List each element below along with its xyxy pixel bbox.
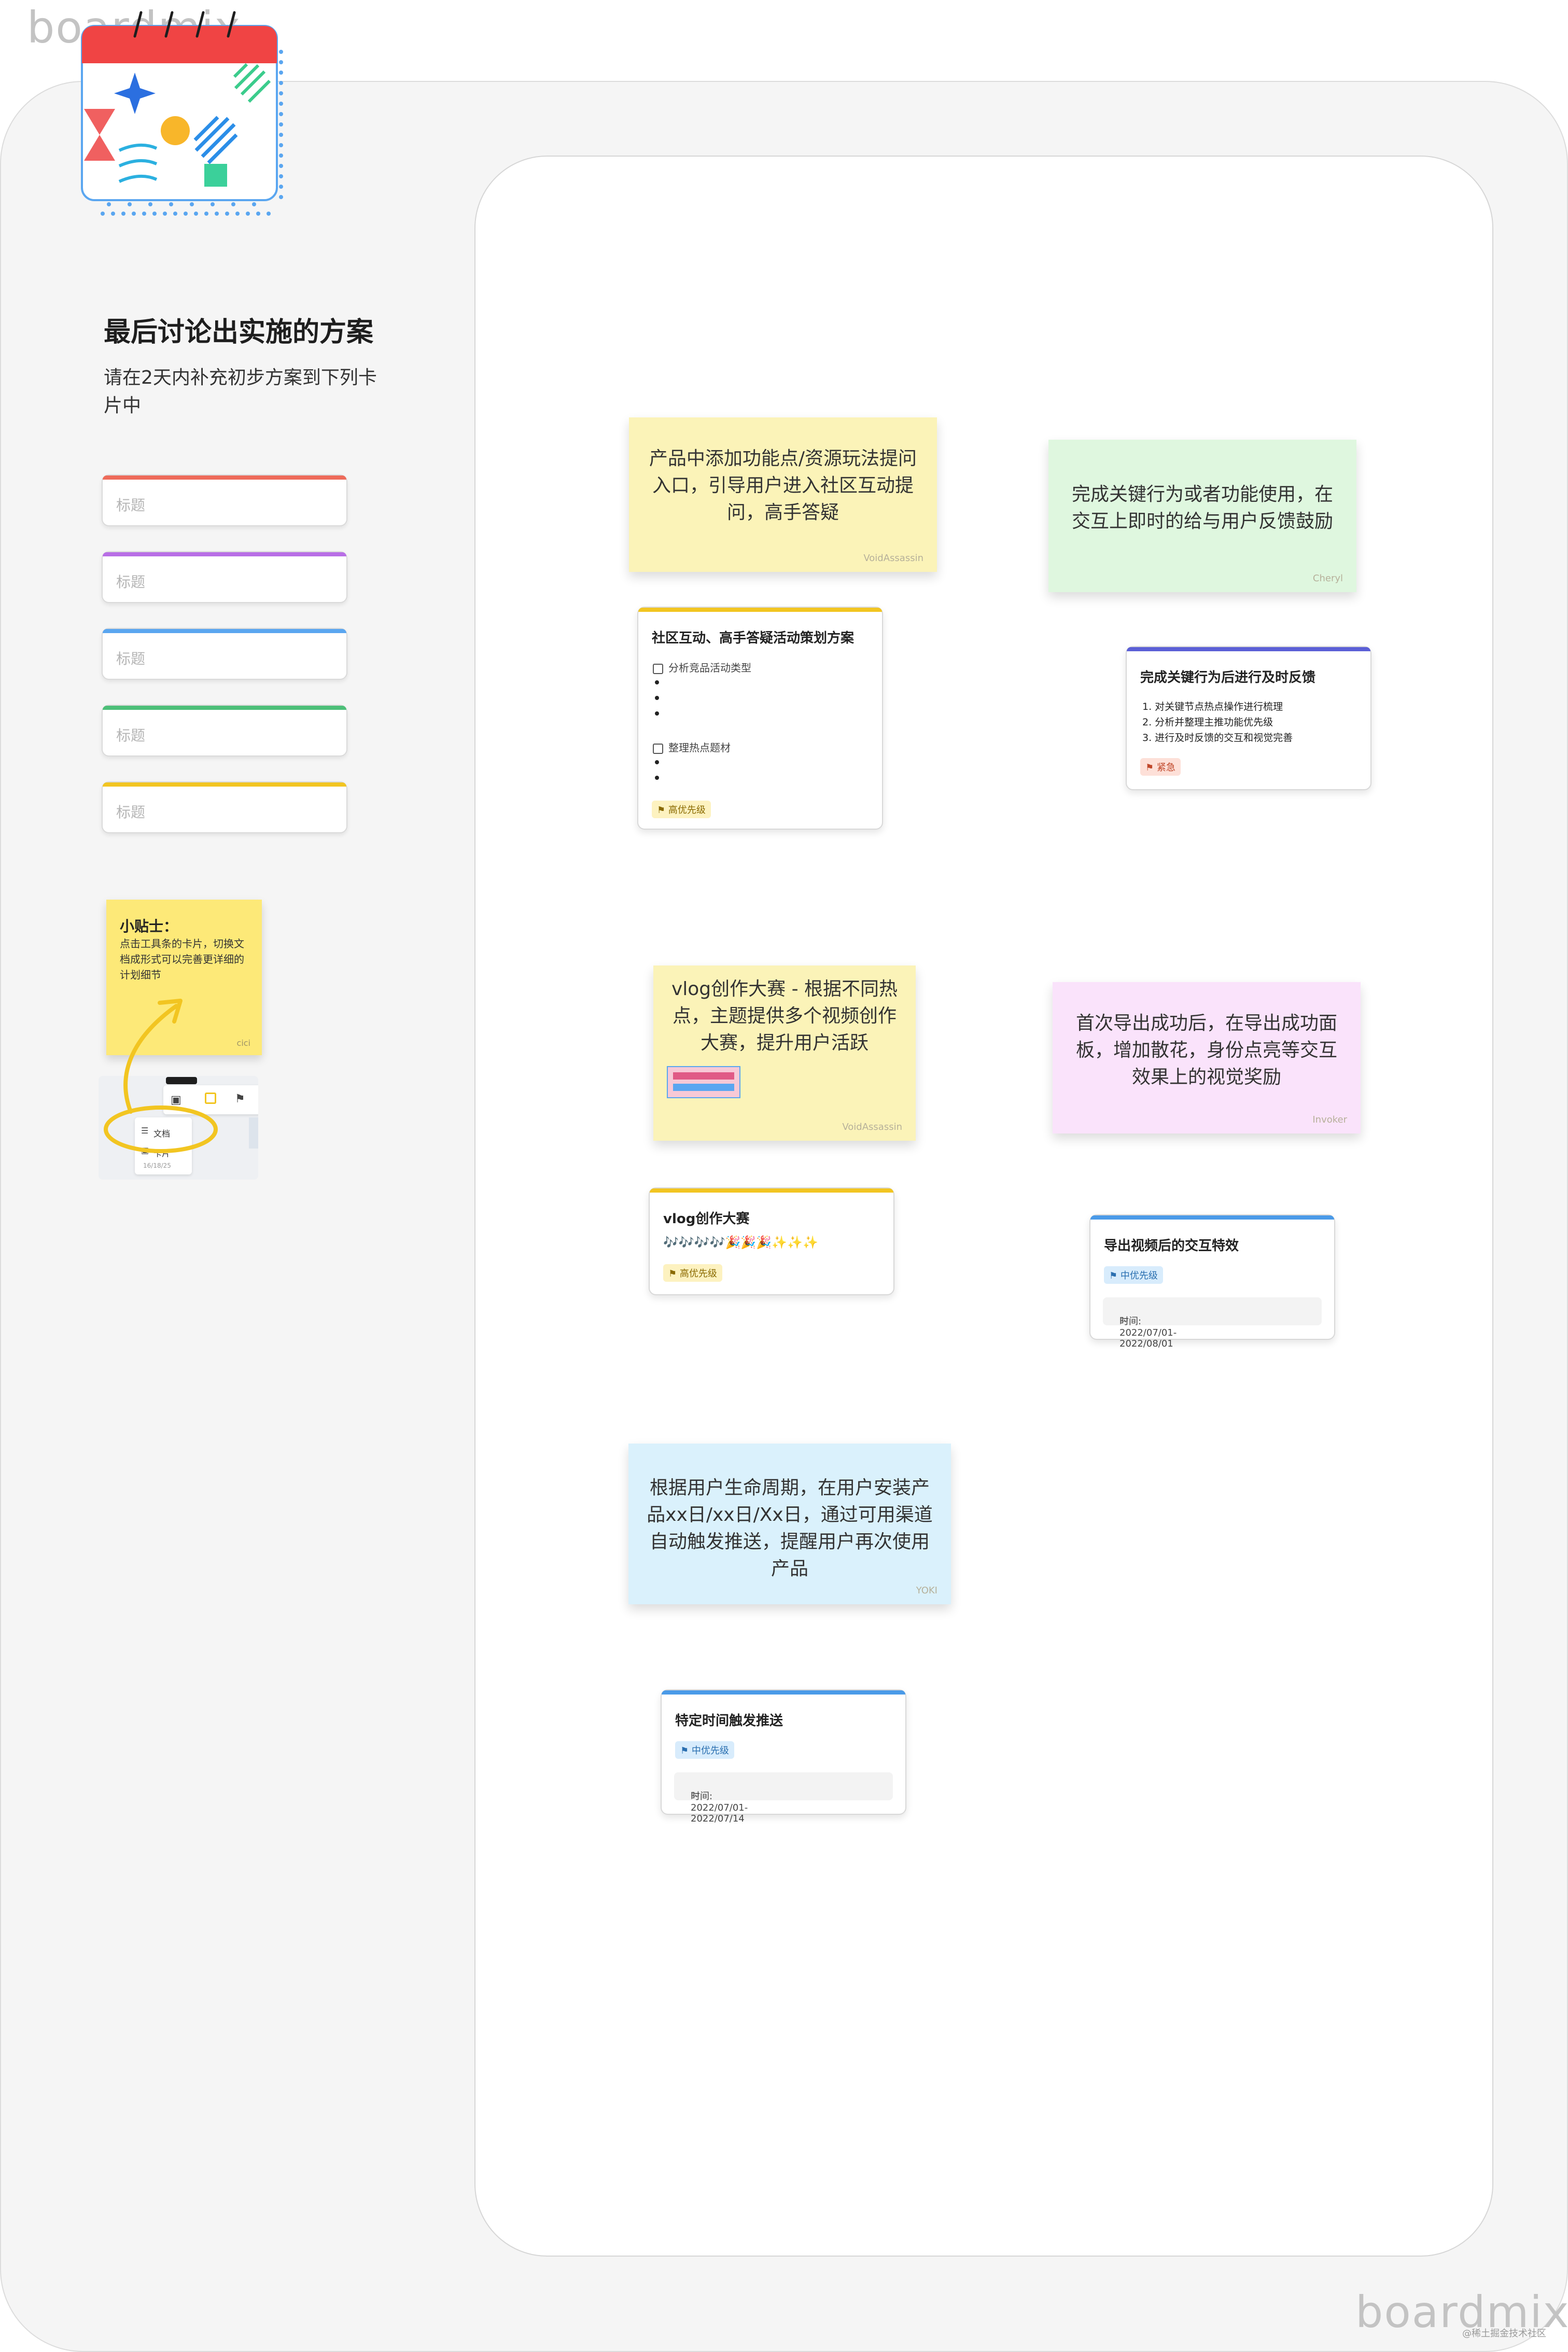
title-field-purple[interactable]: 标题 [102,551,347,603]
title-field-yellow[interactable]: 标题 [102,781,347,833]
card-title: 社区互动、高手答疑活动策划方案 [652,631,855,646]
field-color-bar [103,475,346,480]
card-feedback-plan[interactable]: 完成关键行为后进行及时反馈 1. 对关键节点热点操作进行梳理 2. 分析并整理主… [1126,646,1371,790]
title-field-green[interactable]: 标题 [102,705,347,757]
field-color-bar [103,629,346,633]
title-field-blue[interactable]: 标题 [102,628,347,680]
sticky-text: 根据用户生命周期，在用户安装产品xx日/xx日/Xx日，通过可用渠道自动触发推送… [647,1477,933,1579]
priority-label: 中优先级 [1120,1270,1158,1281]
bullet [655,680,659,684]
field-color-bar [103,552,346,556]
priority-badge: ⚑ 高优先级 [663,1264,722,1282]
card-color-bar [1090,1215,1334,1220]
card-title: 特定时间触发推送 [675,1713,783,1729]
flag-icon: ⚑ [680,1745,692,1756]
bullet [655,696,659,700]
sticky-text: 产品中添加功能点/资源玩法提问入口，引导用户进入社区互动提问，高手答疑 [649,448,917,523]
menu-sub-text: 16/18/25 [143,1162,171,1169]
card-color-bar [638,608,882,612]
sticky-note-vlog-contest[interactable]: vlog创作大赛 - 根据不同热点，主题提供多个视频创作大赛，提升用户活跃 Vo… [653,965,916,1141]
field-placeholder: 标题 [116,650,146,667]
checkbox[interactable] [653,663,663,674]
sticky-author: VoidAssassin [863,553,923,564]
banner-stripe [673,1072,734,1080]
card-title: vlog创作大赛 [663,1211,750,1227]
calendar-illustration [81,11,283,216]
card-color-bar [662,1690,905,1695]
page-title: 最后讨论出实施的方案 [104,317,374,348]
list-item: 1. 对关键节点热点操作进行梳理 [1142,701,1283,712]
sticky-note-instant-feedback[interactable]: 完成关键行为或者功能使用，在交互上即时的给与用户反馈鼓励 Cheryl [1048,440,1356,592]
tip-heading: 小贴士： [120,918,178,935]
priority-label: 中优先级 [691,1745,729,1756]
sticky-note-community-qa[interactable]: 产品中添加功能点/资源玩法提问入口，引导用户进入社区互动提问，高手答疑 Void… [629,417,937,572]
task-item[interactable]: 整理热点题材 [653,739,731,754]
flag-icon: ⚑ [1145,762,1157,773]
list-item: 2. 分析并整理主推功能优先级 [1142,717,1273,728]
mini-panel-edge [249,1117,258,1149]
task-label: 整理热点题材 [668,741,731,754]
date-range[interactable]: ▭ 时间: 2022/07/01-2022/08/01 [1103,1297,1322,1349]
priority-badge: ⚑ 高优先级 [652,801,711,818]
date-value: 时间: 2022/07/01-2022/07/14 [691,1791,748,1824]
list-item: 3. 进行及时反馈的交互和视觉完善 [1142,732,1293,744]
task-label: 分析竞品活动类型 [668,662,751,674]
tip-author: cici [236,1038,250,1048]
card-title: 完成关键行为后进行及时反馈 [1140,670,1316,685]
flag-tool-icon: ⚑ [235,1093,245,1105]
field-color-bar [103,706,346,710]
priority-label: 高优先级 [679,1268,717,1279]
sticky-note-export-reward[interactable]: 首次导出成功后，在导出成功面板，增加散花，身份点亮等交互效果上的视觉奖励 Inv… [1053,982,1361,1133]
vlog-banner-image [667,1066,740,1098]
date-range[interactable]: ▭ 时间: 2022/07/01-2022/07/14 [674,1772,893,1824]
card-color-bar [650,1188,893,1193]
card-vlog-contest[interactable]: vlog创作大赛 🎶🎶🎶🎶🎉🎉🎉✨✨✨ ⚑ 高优先级 [649,1187,894,1295]
flag-icon: ⚑ [668,1268,680,1279]
card-emoji-line: 🎶🎶🎶🎶🎉🎉🎉✨✨✨ [663,1235,818,1250]
card-color-bar [1127,647,1370,651]
field-placeholder: 标题 [116,573,146,591]
sticky-author: Cheryl [1312,573,1343,584]
priority-label: 紧急 [1156,762,1175,773]
priority-badge: ⚑ 中优先级 [1104,1266,1163,1284]
sticky-text: 完成关键行为或者功能使用，在交互上即时的给与用户反馈鼓励 [1071,484,1333,532]
title-field-red[interactable]: 标题 [102,474,347,526]
field-placeholder: 标题 [116,497,146,514]
field-placeholder: 标题 [116,727,146,744]
flag-icon: ⚑ [1109,1270,1121,1281]
field-color-bar [103,782,346,787]
date-value: 时间: 2022/07/01-2022/08/01 [1119,1316,1177,1349]
sticky-author: Invoker [1312,1114,1347,1125]
card-title: 导出视频后的交互特效 [1104,1238,1239,1254]
priority-badge: ⚑ 中优先级 [675,1741,734,1759]
priority-label: 高优先级 [668,805,706,816]
sticky-note-lifecycle-push[interactable]: 根据用户生命周期，在用户安装产品xx日/xx日/Xx日，通过可用渠道自动触发推送… [628,1444,951,1604]
credit-text: @稀土掘金技术社区 [1462,2328,1546,2339]
hint-arrow [104,999,218,1153]
bullet [655,760,659,764]
flag-icon: ⚑ [657,805,668,816]
bullet [655,776,659,780]
task-item[interactable]: 分析竞品活动类型 [653,660,751,675]
card-community-plan[interactable]: 社区互动、高手答疑活动策划方案 分析竞品活动类型 整理热点题材 ⚑ 高优先级 [637,607,883,830]
sticky-text: 首次导出成功后，在导出成功面板，增加散花，身份点亮等交互效果上的视觉奖励 [1075,1013,1337,1088]
page-subtitle: 请在2天内补充初步方案到下列卡片中 [104,367,377,416]
field-placeholder: 标题 [116,804,146,821]
sticky-text: vlog创作大赛 - 根据不同热点，主题提供多个视频创作大赛，提升用户活跃 [671,978,898,1054]
sticky-author: YOKI [916,1585,937,1596]
banner-stripe [673,1084,734,1091]
card-timed-push[interactable]: 特定时间触发推送 ⚑ 中优先级 ▭ 时间: 2022/07/01-2022/07… [661,1689,906,1824]
bullet [655,711,659,716]
checkbox[interactable] [653,743,663,754]
sticky-author: VoidAssassin [842,1122,902,1132]
priority-badge: ⚑ 紧急 [1140,758,1181,776]
card-export-effects[interactable]: 导出视频后的交互特效 ⚑ 中优先级 ▭ 时间: 2022/07/01-2022/… [1089,1214,1335,1349]
